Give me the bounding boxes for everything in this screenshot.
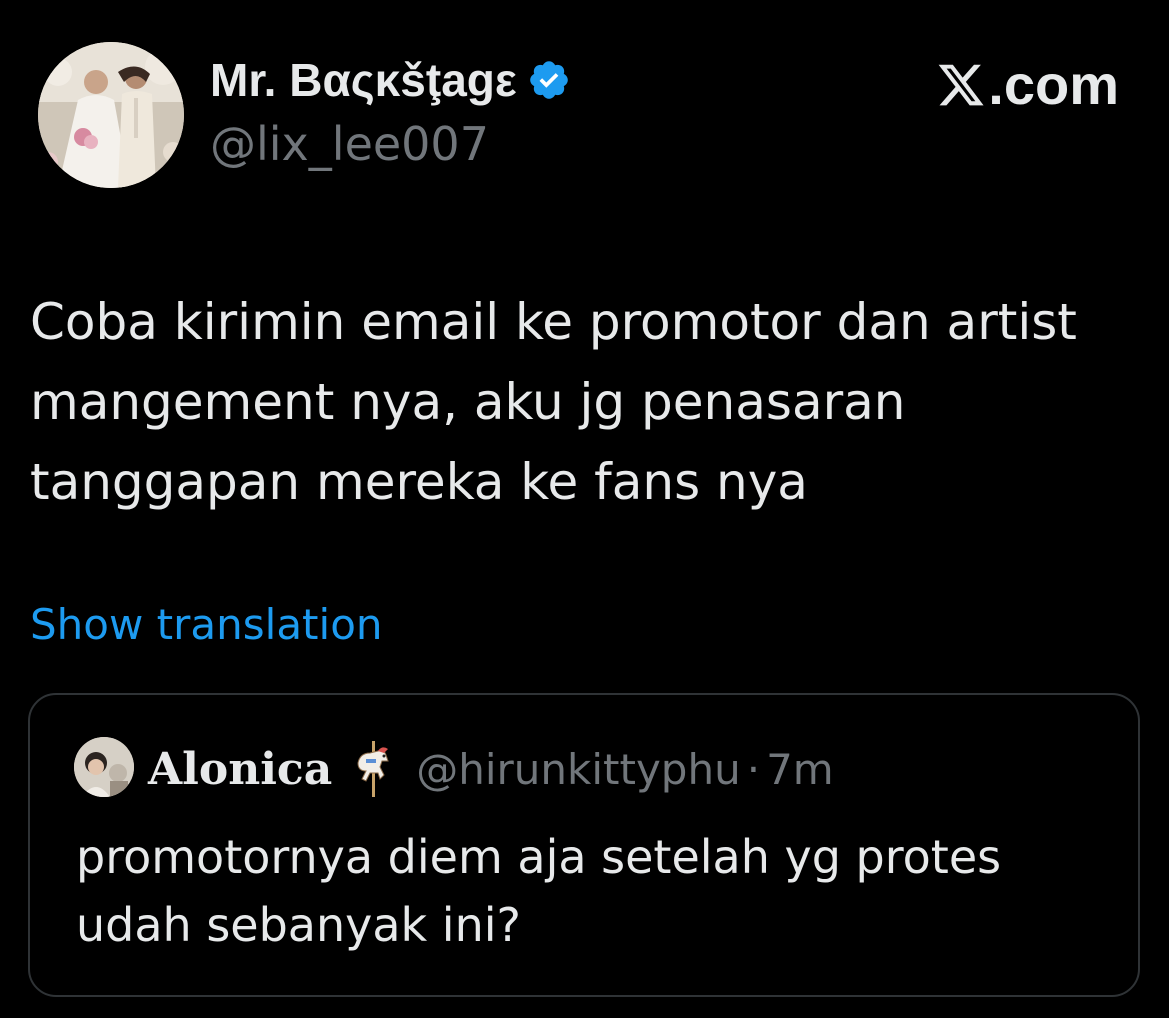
- quoted-tweet-header: Alonica @hirunkittyphu · 7m: [148, 739, 834, 799]
- separator-dot: ·: [746, 744, 761, 794]
- verified-badge-icon: [527, 58, 571, 102]
- carousel-horse-icon: [344, 739, 404, 799]
- author-avatar[interactable]: [38, 42, 184, 188]
- tweet-text: Coba kirimin email ke promotor dan artis…: [30, 282, 1150, 522]
- tweet-text-line: mangement nya, aku jg penasaran: [30, 373, 906, 431]
- quoted-author-handle[interactable]: @hirunkittyphu: [416, 745, 740, 794]
- wedding-couple-avatar-image: [38, 42, 184, 188]
- tweet-text-line: Coba kirimin email ke promotor dan artis…: [30, 293, 1077, 351]
- quoted-text-line: udah sebanyak ini?: [76, 898, 521, 952]
- show-translation-link[interactable]: Show translation: [30, 600, 383, 649]
- quoted-author-avatar[interactable]: [74, 737, 134, 797]
- author-handle[interactable]: @lix_lee007: [210, 117, 489, 171]
- quoted-avatar-image: [74, 737, 134, 797]
- quoted-author-name[interactable]: Alonica: [148, 744, 332, 795]
- author-name-row[interactable]: Mr. Βαςκšţagε: [210, 52, 571, 108]
- tweet-text-line: tanggapan mereka ke fans nya: [30, 453, 808, 511]
- x-logo-icon: [938, 64, 984, 105]
- author-name[interactable]: Mr. Βαςκšţagε: [210, 53, 517, 107]
- quoted-timestamp[interactable]: 7m: [766, 745, 834, 794]
- brand-label: .com: [988, 53, 1119, 116]
- quoted-tweet-text: promotornya diem aja setelah yg protes u…: [76, 823, 1116, 959]
- quoted-tweet[interactable]: Alonica @hirunkittyphu · 7m promotornya …: [28, 693, 1140, 997]
- tweet-card: Mr. Βαςκšţagε @lix_lee007 .com Coba kiri…: [0, 0, 1169, 1018]
- brand-watermark: .com: [936, 52, 1119, 117]
- quoted-text-line: promotornya diem aja setelah yg protes: [76, 830, 1002, 884]
